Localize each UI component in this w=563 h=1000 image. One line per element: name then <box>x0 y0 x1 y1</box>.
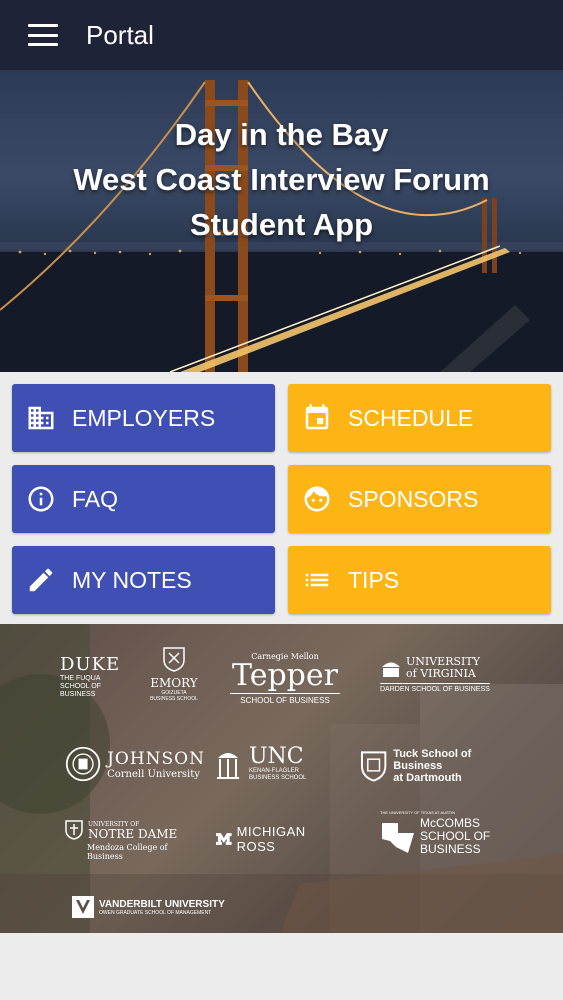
michigan-ross-logo: MICHIGAN ROSS <box>216 824 346 854</box>
block-m-icon <box>216 833 232 845</box>
notre-dame-shield-icon <box>65 820 83 840</box>
hero-title-line-3: Student App <box>189 207 374 242</box>
old-well-icon <box>217 753 239 779</box>
rotunda-icon <box>382 662 400 677</box>
vanderbilt-v-icon <box>72 896 94 918</box>
emory-shield-icon <box>163 647 185 672</box>
hero-title: Day in the Bay West Coast Interview Foru… <box>0 112 563 247</box>
my-notes-label: MY NOTES <box>72 566 192 593</box>
my-notes-button[interactable]: MY NOTES <box>12 546 275 614</box>
sponsors-label: SPONSORS <box>348 485 479 512</box>
emory-logo: EMORY GOIZUETA BUSINESS SCHOOL <box>150 646 198 702</box>
sponsor-logos-panel: DUKE THE FUQUA SCHOOL OF BUSINESS EMORY … <box>0 624 563 933</box>
unc-kenan-flagler-logo: UNC KENAN-FLAGLER BUSINESS SCHOOL <box>215 746 345 782</box>
list-icon <box>302 565 332 595</box>
bottom-blank-area <box>0 933 563 1000</box>
hero-title-line-2: West Coast Interview Forum <box>73 162 490 197</box>
johnson-cornell-logo: JOHNSON Cornell University <box>65 744 205 784</box>
info-icon <box>26 484 56 514</box>
pencil-icon <box>26 565 56 595</box>
duke-logo: DUKE THE FUQUA SCHOOL OF BUSINESS <box>60 654 121 698</box>
hero-banner: Day in the Bay West Coast Interview Foru… <box>0 70 563 372</box>
employers-button[interactable]: EMPLOYERS <box>12 384 275 452</box>
cornell-seal-icon <box>65 746 101 782</box>
schedule-label: SCHEDULE <box>348 404 474 431</box>
face-icon <box>302 484 332 514</box>
vanderbilt-owen-logo: VANDERBILT UNIVERSITY OWEN GRADUATE SCHO… <box>72 896 252 918</box>
tuck-shield-icon <box>360 751 387 782</box>
employers-label: EMPLOYERS <box>72 404 216 431</box>
mccombs-texas-icon <box>382 822 414 853</box>
building-icon <box>26 403 56 433</box>
navigation-tiles: EMPLOYERS SCHEDULE FAQ SPONSORS MY NOTES… <box>12 384 551 614</box>
hamburger-menu-icon[interactable] <box>28 24 58 46</box>
calendar-icon <box>302 403 332 433</box>
notre-dame-mendoza-logo: UNIVERSITY OF NOTRE DAME Mendoza College… <box>65 820 205 861</box>
faq-button[interactable]: FAQ <box>12 465 275 533</box>
app-bar: Portal <box>0 0 563 70</box>
schedule-button[interactable]: SCHEDULE <box>288 384 551 452</box>
tips-label: TIPS <box>348 566 400 593</box>
tepper-logo: Carnegie Mellon Tepper SCHOOL OF BUSINES… <box>230 652 340 705</box>
uva-darden-logo: UNIVERSITY of VIRGINIA DARDEN SCHOOL OF … <box>380 655 490 693</box>
sponsors-button[interactable]: SPONSORS <box>288 465 551 533</box>
app-title: Portal <box>86 19 154 50</box>
tuck-dartmouth-logo: Tuck School of Business at Dartmouth <box>360 748 520 784</box>
tips-button[interactable]: TIPS <box>288 546 551 614</box>
faq-label: FAQ <box>72 485 119 512</box>
hero-title-line-1: Day in the Bay <box>174 117 389 152</box>
mccombs-logo: THE UNIVERSITY OF TEXAS AT AUSTIN McCOMB… <box>380 810 491 856</box>
